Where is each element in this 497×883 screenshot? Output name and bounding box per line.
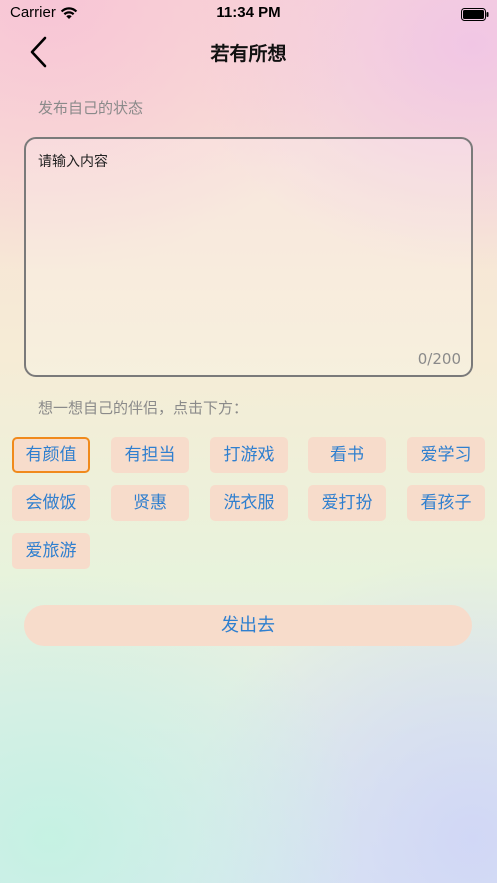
- post-status-label: 发布自己的状态: [38, 99, 144, 117]
- tag-button[interactable]: 打游戏: [210, 437, 288, 473]
- tag-button[interactable]: 会做饭: [12, 485, 90, 521]
- tag-button[interactable]: 看孩子: [407, 485, 485, 521]
- tag-button[interactable]: 看书: [308, 437, 386, 473]
- tag-button[interactable]: 爱旅游: [12, 533, 90, 569]
- status-input-box: 0/200: [24, 137, 473, 377]
- battery-icon: [461, 6, 489, 25]
- send-button[interactable]: 发出去: [24, 605, 472, 646]
- tag-button[interactable]: 洗衣服: [210, 485, 288, 521]
- navigation-bar: 若有所想: [0, 30, 497, 74]
- status-bar: Carrier 11:34 PM: [0, 0, 497, 26]
- character-counter: 0/200: [417, 350, 461, 368]
- partner-prompt-label: 想一想自己的伴侣，点击下方：: [38, 399, 249, 417]
- page-title: 若有所想: [210, 43, 287, 65]
- tag-button[interactable]: 贤惠: [111, 485, 189, 521]
- clock: 11:34 PM: [216, 4, 281, 21]
- tag-button[interactable]: 有颜值: [12, 437, 90, 473]
- tag-button[interactable]: 爱学习: [407, 437, 485, 473]
- status-textarea[interactable]: [38, 151, 458, 341]
- tag-button[interactable]: 爱打扮: [308, 485, 386, 521]
- tag-button[interactable]: 有担当: [111, 437, 189, 473]
